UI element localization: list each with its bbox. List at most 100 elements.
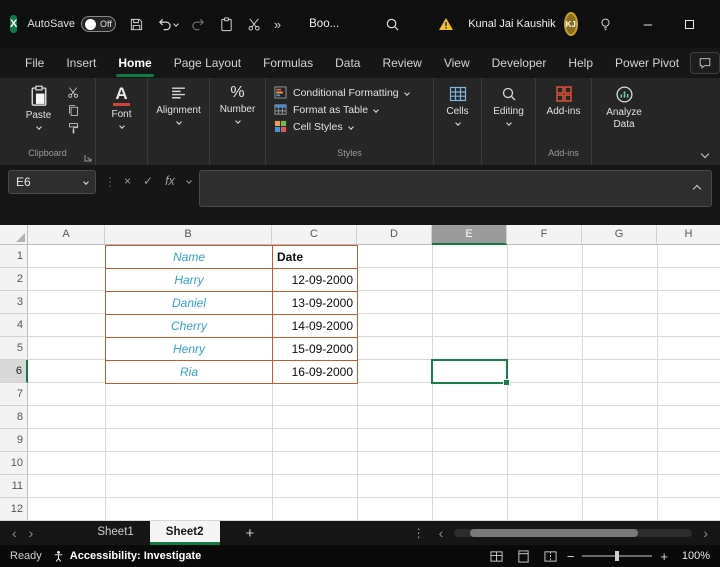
name-box-dropdown-icon[interactable] bbox=[83, 179, 89, 185]
tab-review[interactable]: Review bbox=[371, 48, 432, 78]
cell-C1[interactable]: Date bbox=[273, 246, 358, 269]
cell-B2[interactable]: Harry bbox=[106, 269, 273, 292]
formula-input[interactable] bbox=[199, 170, 712, 207]
cell-C4[interactable]: 14-09-2000 bbox=[273, 315, 358, 338]
autosave-toggle[interactable]: Off bbox=[81, 16, 116, 32]
avatar[interactable]: KJ bbox=[564, 12, 578, 36]
sheet-tab-sheet1[interactable]: Sheet1 bbox=[81, 521, 149, 545]
enter-icon[interactable]: ✓ bbox=[143, 174, 153, 188]
tabbar-kebab-icon[interactable]: ⋮ bbox=[405, 526, 433, 540]
name-box[interactable]: E6 bbox=[8, 170, 96, 194]
close-button[interactable]: × bbox=[711, 0, 720, 48]
row-header-7[interactable]: 7 bbox=[0, 383, 28, 406]
collapse-formula-bar-icon[interactable] bbox=[693, 185, 701, 193]
copy-button[interactable] bbox=[67, 104, 80, 117]
prev-sheet-icon[interactable]: ‹ bbox=[6, 522, 23, 544]
undo-dropdown-icon[interactable] bbox=[173, 21, 179, 27]
tab-formulas[interactable]: Formulas bbox=[252, 48, 324, 78]
row-header-3[interactable]: 3 bbox=[0, 291, 28, 314]
save-button[interactable] bbox=[129, 17, 144, 32]
col-header-F[interactable]: F bbox=[507, 225, 582, 245]
tab-file[interactable]: File bbox=[14, 48, 55, 78]
tab-developer[interactable]: Developer bbox=[481, 48, 558, 78]
tab-data[interactable]: Data bbox=[324, 48, 371, 78]
clipboard-dialog-launcher[interactable] bbox=[84, 154, 92, 162]
col-header-G[interactable]: G bbox=[582, 225, 657, 245]
row-header-11[interactable]: 11 bbox=[0, 475, 28, 498]
zoom-slider[interactable] bbox=[582, 555, 652, 557]
cell-C2[interactable]: 12-09-2000 bbox=[273, 269, 358, 292]
horizontal-scrollbar[interactable] bbox=[454, 529, 692, 537]
number-dropdown-icon[interactable] bbox=[235, 118, 241, 124]
alignment-dropdown-icon[interactable] bbox=[176, 119, 182, 125]
col-header-A[interactable]: A bbox=[28, 225, 105, 245]
new-sheet-button[interactable]: + bbox=[236, 525, 265, 542]
insert-function-icon[interactable]: fx bbox=[165, 174, 175, 188]
zoom-slider-thumb[interactable] bbox=[615, 551, 619, 561]
format-painter-button[interactable] bbox=[67, 122, 80, 135]
accessibility-status[interactable]: Accessibility: Investigate bbox=[52, 550, 201, 563]
row-header-5[interactable]: 5 bbox=[0, 337, 28, 360]
row-header-9[interactable]: 9 bbox=[0, 429, 28, 452]
addins-button[interactable]: Add-ins bbox=[540, 85, 588, 148]
row-header-2[interactable]: 2 bbox=[0, 268, 28, 291]
page-layout-view-button[interactable] bbox=[517, 550, 530, 563]
row-header-10[interactable]: 10 bbox=[0, 452, 28, 475]
tab-help[interactable]: Help bbox=[557, 48, 604, 78]
undo-button[interactable] bbox=[157, 17, 178, 32]
tab-page-layout[interactable]: Page Layout bbox=[163, 48, 252, 78]
minimize-button[interactable]: – bbox=[627, 0, 669, 48]
row-header-6[interactable]: 6 bbox=[0, 360, 28, 383]
cell-styles-button[interactable]: Cell Styles bbox=[266, 120, 433, 133]
hscroll-left-icon[interactable]: ‹ bbox=[433, 522, 450, 544]
qat-clipboard-button[interactable] bbox=[219, 17, 234, 32]
cells-button[interactable]: Cells bbox=[434, 85, 481, 148]
collapse-ribbon-icon[interactable] bbox=[701, 150, 709, 158]
row-header-4[interactable]: 4 bbox=[0, 314, 28, 337]
number-button[interactable]: % Number bbox=[214, 85, 262, 148]
search-icon[interactable] bbox=[385, 17, 400, 32]
cell-B3[interactable]: Daniel bbox=[106, 292, 273, 315]
editing-button[interactable]: Editing bbox=[485, 85, 533, 148]
cell-C3[interactable]: 13-09-2000 bbox=[273, 292, 358, 315]
spreadsheet-grid[interactable]: A B C D E F G H 1 2 3 4 5 6 7 8 9 10 11 … bbox=[0, 225, 720, 521]
cell-C5[interactable]: 15-09-2000 bbox=[273, 338, 358, 361]
zoom-out-button[interactable]: − bbox=[567, 549, 575, 564]
conditional-formatting-button[interactable]: Conditional Formatting bbox=[266, 86, 433, 99]
user-name[interactable]: Kunal Jai Kaushik bbox=[468, 18, 555, 30]
tab-view[interactable]: View bbox=[433, 48, 481, 78]
col-header-C[interactable]: C bbox=[272, 225, 357, 245]
selected-cell-E6[interactable] bbox=[431, 359, 508, 384]
next-sheet-icon[interactable]: › bbox=[23, 522, 40, 544]
page-break-view-button[interactable] bbox=[544, 550, 557, 563]
comments-button[interactable] bbox=[690, 52, 720, 74]
cancel-icon[interactable]: × bbox=[124, 174, 131, 188]
alignment-button[interactable]: Alignment bbox=[155, 85, 203, 148]
cell-B5[interactable]: Henry bbox=[106, 338, 273, 361]
row-header-8[interactable]: 8 bbox=[0, 406, 28, 429]
tab-home[interactable]: Home bbox=[107, 48, 162, 78]
qat-cut-button[interactable] bbox=[247, 17, 262, 32]
lightbulb-icon[interactable] bbox=[598, 17, 613, 32]
col-header-H[interactable]: H bbox=[657, 225, 720, 245]
row-header-1[interactable]: 1 bbox=[0, 245, 28, 268]
col-header-D[interactable]: D bbox=[357, 225, 432, 245]
redo-button[interactable] bbox=[191, 17, 206, 32]
cut-button[interactable] bbox=[67, 86, 80, 99]
warning-icon[interactable] bbox=[438, 16, 454, 32]
paste-button[interactable]: Paste bbox=[16, 85, 62, 148]
format-as-table-button[interactable]: Format as Table bbox=[266, 103, 433, 116]
qat-overflow-icon[interactable]: » bbox=[274, 17, 281, 32]
zoom-in-button[interactable]: + bbox=[660, 549, 668, 564]
hscroll-right-icon[interactable]: › bbox=[697, 522, 714, 544]
font-dropdown-icon[interactable] bbox=[119, 123, 125, 129]
fx-dropdown-icon[interactable] bbox=[186, 178, 192, 184]
analyze-data-button[interactable]: Analyze Data bbox=[598, 85, 650, 148]
horizontal-scrollbar-thumb[interactable] bbox=[470, 529, 638, 537]
cell-B4[interactable]: Cherry bbox=[106, 315, 273, 338]
col-header-B[interactable]: B bbox=[105, 225, 272, 245]
cell-C6[interactable]: 16-09-2000 bbox=[273, 361, 358, 384]
col-header-E[interactable]: E bbox=[432, 225, 507, 245]
cell-B1[interactable]: Name bbox=[106, 246, 273, 269]
zoom-level[interactable]: 100% bbox=[676, 550, 710, 562]
